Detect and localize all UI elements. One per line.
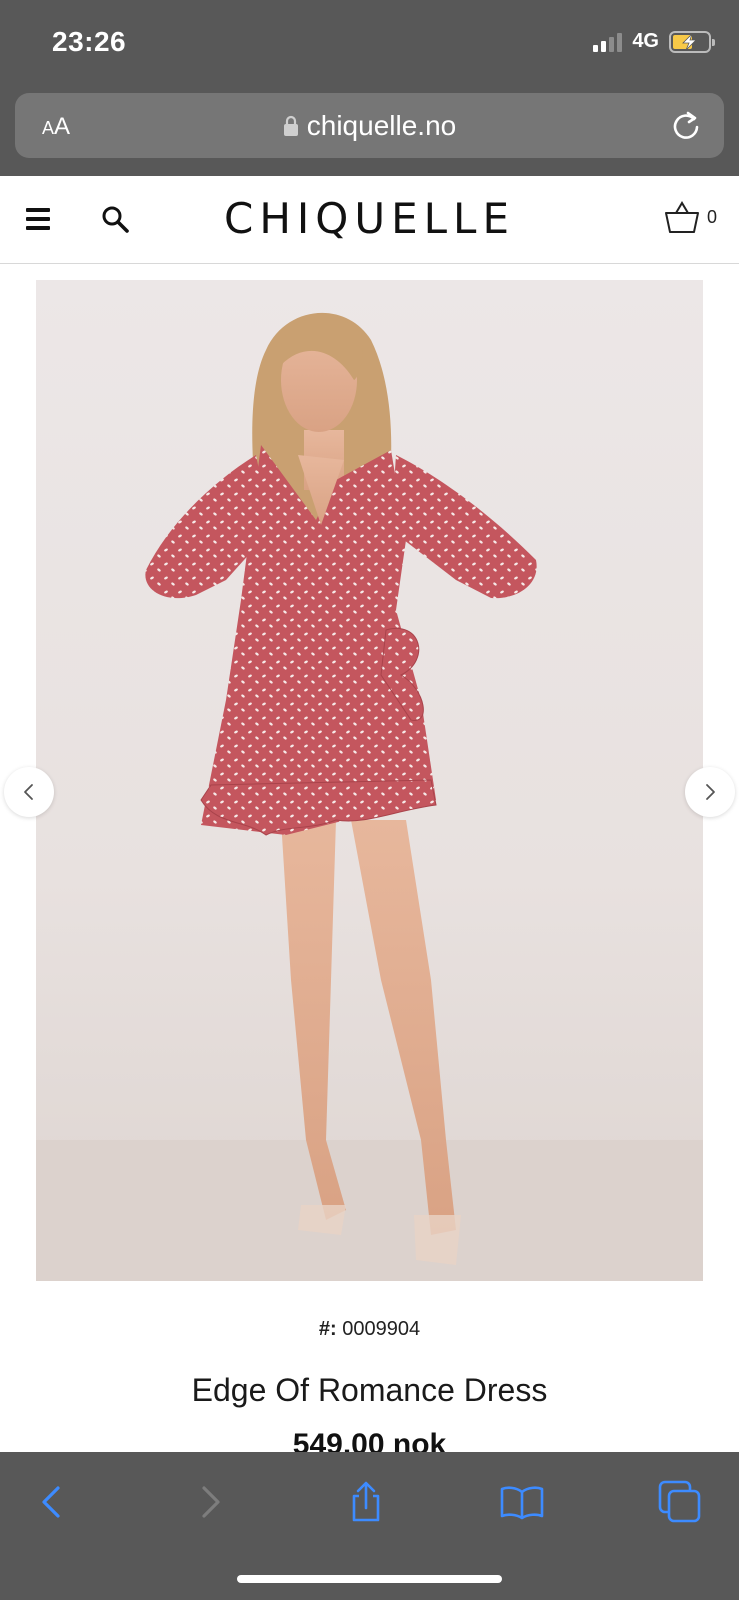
status-time: 23:26 xyxy=(52,26,127,57)
site-header: CHIQUELLE 0 xyxy=(0,176,739,264)
next-image-button[interactable] xyxy=(685,767,735,817)
product-image[interactable] xyxy=(36,280,703,1281)
battery-icon xyxy=(669,30,715,53)
network-type: 4G xyxy=(632,30,659,52)
previous-image-button[interactable] xyxy=(4,767,54,817)
url-text: chiquelle.no xyxy=(306,109,457,141)
back-icon xyxy=(42,1486,60,1518)
model-in-dress-illustration xyxy=(36,312,703,1281)
charging-bolt-icon xyxy=(682,33,697,50)
chevron-left-icon xyxy=(24,784,33,800)
shopping-basket-icon xyxy=(664,201,699,233)
tabs-button[interactable] xyxy=(656,1478,704,1526)
bookmarks-icon xyxy=(500,1486,544,1520)
site-logo[interactable]: CHIQUELLE xyxy=(0,194,739,243)
address-bar[interactable]: AA chiquelle.no xyxy=(15,93,724,158)
chevron-right-icon xyxy=(706,784,715,800)
lock-icon xyxy=(283,115,298,136)
sku-value: 0009904 xyxy=(342,1318,421,1340)
share-icon xyxy=(352,1481,380,1522)
browser-top-chrome: 23:26 4G AA chiquelle.no xyxy=(0,0,739,176)
forward-button[interactable] xyxy=(186,1478,234,1526)
status-indicators: 4G xyxy=(593,30,715,53)
product-sku: #: 0009904 xyxy=(0,1318,739,1341)
bookmarks-button[interactable] xyxy=(498,1478,546,1526)
signal-icon xyxy=(593,32,623,52)
tabs-icon xyxy=(658,1480,701,1523)
url-field[interactable]: chiquelle.no xyxy=(15,93,724,158)
forward-icon xyxy=(202,1486,220,1518)
share-button[interactable] xyxy=(342,1478,390,1526)
cart-button[interactable]: 0 xyxy=(663,198,717,236)
cart-count: 0 xyxy=(706,206,717,227)
product-title: Edge Of Romance Dress xyxy=(191,1372,548,1408)
reload-icon[interactable] xyxy=(670,109,702,141)
back-button[interactable] xyxy=(28,1478,76,1526)
sku-label: #: xyxy=(318,1318,337,1340)
home-indicator[interactable] xyxy=(237,1575,502,1583)
